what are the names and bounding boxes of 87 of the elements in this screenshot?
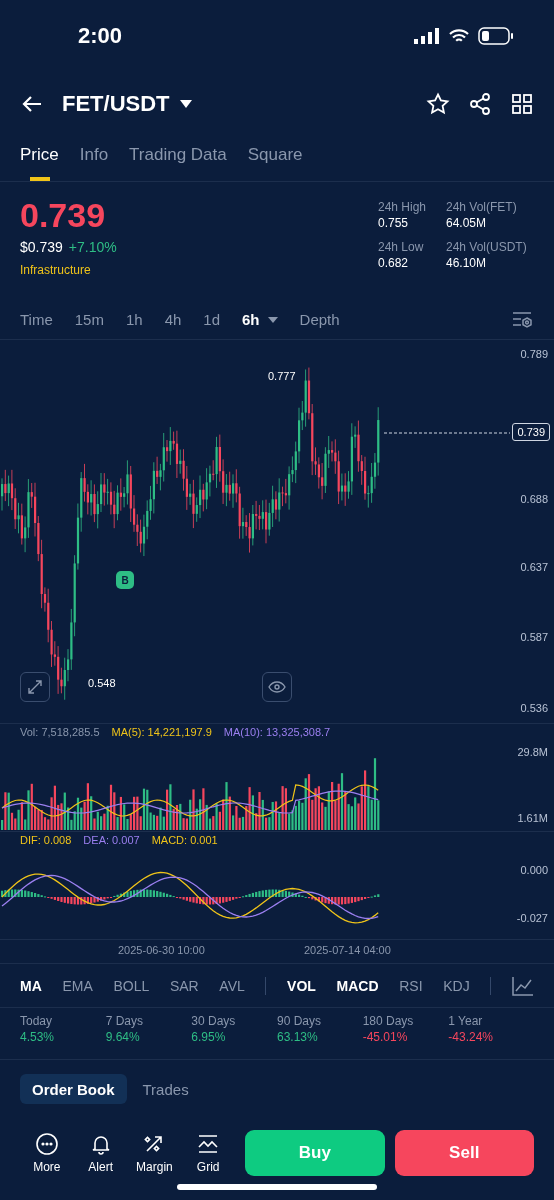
- indicator-tab[interactable]: AVL: [219, 977, 245, 994]
- line-chart-icon[interactable]: [511, 975, 534, 996]
- status-time: 2:00: [78, 23, 123, 49]
- expand-icon[interactable]: [20, 672, 50, 702]
- share-icon[interactable]: [468, 92, 492, 116]
- legend-item: MA(5): 14,221,197.9: [111, 726, 212, 738]
- return-value: 63.13%: [277, 1030, 319, 1044]
- return-value: -43.24%: [448, 1030, 495, 1044]
- more-icon: [34, 1132, 59, 1156]
- indicator-tab[interactable]: VOL: [287, 977, 316, 994]
- last-price: 0.739: [20, 196, 107, 235]
- tab[interactable]: Square: [247, 136, 303, 181]
- indicator-tab[interactable]: EMA: [62, 977, 93, 994]
- interval-tab[interactable]: Time: [20, 311, 53, 328]
- return-value: 6.95%: [191, 1030, 227, 1044]
- axis-label: 0.536: [520, 702, 548, 714]
- action-button[interactable]: Grid: [181, 1132, 236, 1174]
- tab[interactable]: Price: [20, 136, 59, 181]
- interval-tab[interactable]: 1h: [125, 311, 143, 328]
- sell-button[interactable]: Sell: [394, 1130, 534, 1176]
- interval-tab[interactable]: 1d: [203, 311, 221, 328]
- caret-icon: [267, 316, 278, 323]
- battery-icon: [478, 27, 514, 45]
- legend-item: Vol: 7,518,285.5: [20, 726, 100, 738]
- legend-item: MA(10): 13,325,308.7: [223, 726, 331, 738]
- period-label: 180 Days: [362, 1014, 415, 1028]
- date-label: 2025-07-14 04:00: [304, 944, 391, 956]
- indicator-tab[interactable]: RSI: [399, 977, 423, 994]
- axis-label: 0.587: [520, 631, 548, 643]
- return-value: -45.01%: [362, 1030, 409, 1044]
- usd-price: $0.739: [20, 239, 63, 255]
- action-button[interactable]: More: [20, 1132, 74, 1174]
- interval-tab[interactable]: 6h: [242, 311, 278, 328]
- star-icon[interactable]: [426, 92, 450, 116]
- return-value: 9.64%: [105, 1030, 141, 1044]
- low-label: 0.548: [88, 677, 116, 689]
- wifi-icon: [448, 28, 470, 44]
- high-label: 0.777: [268, 370, 296, 382]
- legend-item: DEA: 0.007: [83, 834, 140, 846]
- axis-label: 29.8M: [517, 746, 548, 758]
- stat-label: 24h High: [378, 200, 428, 214]
- category-tag[interactable]: Infrastructure: [20, 263, 117, 277]
- axis-label: 0.000: [520, 864, 548, 876]
- axis-label: 0.637: [520, 561, 548, 573]
- axis-label: 0.688: [520, 493, 548, 505]
- stat-label: 24h Vol(FET): [446, 200, 518, 214]
- date-label: 2025-06-30 10:00: [118, 944, 205, 956]
- indicator-tab[interactable]: MA: [20, 977, 42, 994]
- axis-label: 0.789: [520, 348, 548, 360]
- period-label: 90 Days: [277, 1014, 322, 1028]
- indicator-tab[interactable]: SAR: [169, 977, 199, 994]
- caret-icon[interactable]: [179, 100, 192, 108]
- stat-label: 24h Vol(USDT): [446, 240, 528, 254]
- book-tab[interactable]: Order Book: [20, 1074, 127, 1104]
- indicator-tab[interactable]: BOLL: [113, 977, 150, 994]
- book-tab[interactable]: Trades: [130, 1074, 201, 1104]
- stat-value: 46.10M: [446, 256, 488, 270]
- chart-settings-icon[interactable]: [512, 309, 534, 330]
- pair-title[interactable]: FET/USDT: [62, 91, 170, 117]
- tab[interactable]: Trading Data: [129, 136, 227, 181]
- interval-tab[interactable]: Depth: [299, 311, 340, 328]
- action-button[interactable]: Margin: [127, 1132, 182, 1174]
- layout-grid-icon[interactable]: [510, 92, 534, 116]
- price-change: +7.10%: [68, 239, 117, 255]
- period-label: 1 Year: [448, 1014, 484, 1028]
- stat-value: 64.05M: [446, 216, 488, 230]
- eye-icon[interactable]: [262, 672, 292, 702]
- indicator-tab[interactable]: KDJ: [443, 977, 470, 994]
- interval-tab[interactable]: 4h: [164, 311, 182, 328]
- legend-item: DIF: 0.008: [20, 834, 72, 846]
- period-label: Today: [20, 1014, 54, 1028]
- stat-value: 0.755: [378, 216, 410, 230]
- indicator-tab[interactable]: MACD: [336, 977, 379, 994]
- period-label: 7 Days: [105, 1014, 144, 1028]
- action-button[interactable]: Alert: [73, 1132, 128, 1174]
- period-label: 30 Days: [191, 1014, 237, 1028]
- interval-tab[interactable]: 15m: [74, 311, 104, 328]
- legend-item: MACD: 0.001: [151, 834, 218, 846]
- axis-label: -0.027: [516, 912, 548, 924]
- signal-icon: [414, 28, 440, 44]
- buy-marker: B: [116, 571, 134, 589]
- stat-label: 24h Low: [378, 240, 425, 254]
- current-price-label: 0.739: [512, 423, 550, 441]
- stat-value: 0.682: [378, 256, 410, 270]
- return-value: 4.53%: [20, 1030, 56, 1044]
- axis-label: 1.61M: [517, 812, 548, 824]
- tab[interactable]: Info: [79, 136, 109, 181]
